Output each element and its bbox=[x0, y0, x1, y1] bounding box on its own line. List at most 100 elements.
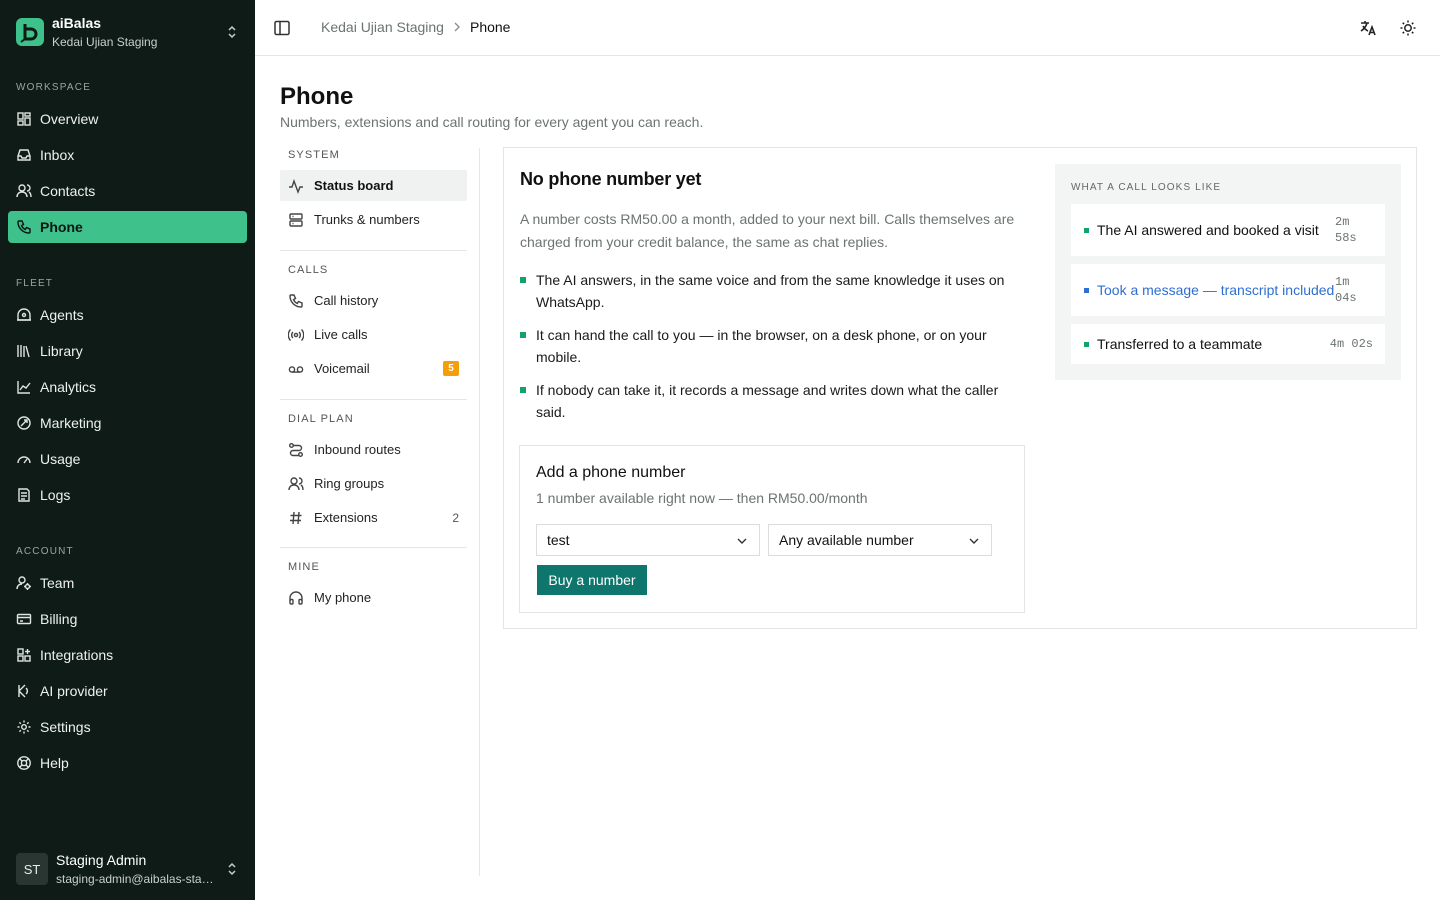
breadcrumb: Kedai Ujian Staging Phone bbox=[321, 19, 510, 35]
subnav-item-trunks-numbers[interactable]: Trunks & numbers bbox=[280, 204, 467, 235]
sidebar-item-label: Marketing bbox=[40, 415, 102, 431]
subnav-section-system: SYSTEM bbox=[288, 149, 340, 161]
aibalas-logo-icon bbox=[16, 18, 44, 46]
card-title: No phone number yet bbox=[520, 169, 702, 189]
extensions-count: 2 bbox=[452, 510, 459, 525]
page-title: Phone bbox=[280, 83, 354, 110]
subnav-divider-line bbox=[280, 547, 467, 548]
sidebar-item-analytics[interactable]: Analytics bbox=[8, 371, 247, 403]
sun-icon[interactable] bbox=[1399, 19, 1417, 37]
call-duration: 1m 04s bbox=[1335, 275, 1357, 305]
subnav-item-label: Status board bbox=[314, 178, 394, 193]
sidebar-item-team[interactable]: Team bbox=[8, 567, 247, 599]
sidebar-item-logs[interactable]: Logs bbox=[8, 479, 247, 511]
sidebar: aiBalas Kedai Ujian Staging WORKSPACE Ov… bbox=[0, 0, 255, 900]
subnav-item-my-phone[interactable]: My phone bbox=[280, 582, 467, 613]
sidebar-item-overview[interactable]: Overview bbox=[8, 103, 247, 135]
section-workspace: WORKSPACE bbox=[16, 82, 92, 93]
contacts-icon bbox=[16, 184, 32, 198]
sidebar-item-help[interactable]: Help bbox=[8, 747, 247, 779]
sidebar-item-marketing[interactable]: Marketing bbox=[8, 407, 247, 439]
card-description: A number costs RM50.00 a month, added to… bbox=[520, 211, 1015, 250]
subnav-item-label: Ring groups bbox=[314, 476, 385, 491]
workspace-store: Kedai Ujian Staging bbox=[52, 34, 158, 49]
call-example-row[interactable]: Took a message — transcript included 1m 0… bbox=[1071, 264, 1385, 316]
hash-icon bbox=[290, 511, 302, 524]
activity-icon bbox=[289, 178, 303, 194]
subnav-item-voicemail[interactable]: Voicemail 5 bbox=[280, 353, 467, 384]
topbar: Kedai Ujian Staging Phone bbox=[255, 0, 1440, 56]
megaphone-icon bbox=[17, 416, 31, 430]
ai-icon bbox=[18, 684, 28, 698]
sidebar-item-label: Settings bbox=[40, 719, 91, 735]
sidebar-item-agents[interactable]: Agents bbox=[8, 299, 247, 331]
user-menu[interactable]: ST Staging Admin staging-admin@aibalas-s… bbox=[16, 851, 240, 887]
list-item: It can hand the call to you — in the bro… bbox=[520, 324, 1025, 368]
subnav-section-dial-plan: DIAL PLAN bbox=[288, 413, 354, 425]
breadcrumb-parent[interactable]: Kedai Ujian Staging bbox=[321, 19, 444, 35]
subnav-item-label: Extensions bbox=[314, 510, 378, 525]
sidebar-item-billing[interactable]: Billing bbox=[8, 603, 247, 635]
workspace-switcher[interactable]: aiBalas Kedai Ujian Staging bbox=[16, 14, 240, 50]
puzzle-icon bbox=[17, 648, 31, 662]
subnav-item-inbound-routes[interactable]: Inbound routes bbox=[280, 434, 467, 465]
subnav-item-label: My phone bbox=[314, 590, 372, 605]
sidebar-item-phone[interactable]: Phone bbox=[8, 211, 247, 243]
subnav-item-label: Call history bbox=[314, 293, 379, 308]
subnav-section-mine: MINE bbox=[288, 561, 320, 573]
sidebar-item-label: Help bbox=[40, 755, 69, 771]
route-icon bbox=[289, 442, 303, 457]
server-icon bbox=[289, 212, 303, 227]
sidebar-item-label: Usage bbox=[40, 451, 81, 467]
subnav-item-status-board[interactable]: Status board bbox=[280, 170, 467, 201]
subnav-item-extensions[interactable]: Extensions 2 bbox=[280, 502, 467, 533]
list-item: If nobody can take it, it records a mess… bbox=[520, 379, 1025, 423]
translate-icon[interactable] bbox=[1359, 19, 1377, 37]
sidebar-item-integrations[interactable]: Integrations bbox=[8, 639, 247, 671]
users-icon bbox=[288, 476, 304, 490]
subnav-item-call-history[interactable]: Call history bbox=[280, 285, 467, 316]
add-number-subtitle: 1 number available right now — then RM50… bbox=[536, 490, 868, 506]
number-select-value: Any available number bbox=[779, 532, 914, 548]
number-select[interactable]: Any available number bbox=[768, 524, 992, 556]
sidebar-item-label: Analytics bbox=[40, 379, 97, 395]
subnav-item-live-calls[interactable]: Live calls bbox=[280, 319, 467, 350]
sidebar-item-label: AI provider bbox=[40, 683, 108, 699]
sidebar-toggle-icon[interactable] bbox=[273, 19, 291, 37]
sidebar-item-label: Agents bbox=[40, 307, 84, 323]
chevron-down-icon bbox=[737, 538, 747, 544]
chevron-down-icon bbox=[969, 538, 979, 544]
gear-icon bbox=[17, 720, 31, 734]
subnav-section-calls: CALLS bbox=[288, 264, 329, 276]
avatar: ST bbox=[16, 853, 48, 885]
breadcrumb-current: Phone bbox=[469, 19, 511, 35]
no-number-card: No phone number yet A number costs RM50.… bbox=[503, 147, 1417, 629]
robot-icon bbox=[17, 308, 31, 321]
inbox-icon bbox=[17, 149, 31, 161]
headphones-icon bbox=[289, 590, 303, 605]
country-select[interactable]: test bbox=[536, 524, 760, 556]
logs-icon bbox=[18, 488, 30, 502]
sidebar-item-library[interactable]: Library bbox=[8, 335, 247, 367]
phone-icon bbox=[17, 220, 31, 234]
sidebar-item-usage[interactable]: Usage bbox=[8, 443, 247, 475]
subnav-item-label: Inbound routes bbox=[314, 442, 401, 457]
subnav-item-label: Trunks & numbers bbox=[314, 212, 420, 227]
sidebar-item-label: Contacts bbox=[40, 183, 96, 199]
sidebar-item-settings[interactable]: Settings bbox=[8, 711, 247, 743]
sidebar-item-ai-provider[interactable]: AI provider bbox=[8, 675, 247, 707]
country-select-value: test bbox=[547, 532, 570, 548]
sidebar-item-label: Inbox bbox=[40, 147, 75, 163]
subnav-item-label: Voicemail bbox=[314, 361, 370, 376]
subnav-divider bbox=[479, 148, 480, 876]
subnav-item-ring-groups[interactable]: Ring groups bbox=[280, 468, 467, 499]
call-duration: 2m 58s bbox=[1335, 215, 1357, 245]
sidebar-item-label: Phone bbox=[40, 219, 83, 235]
call-example-link[interactable]: Took a message — transcript included bbox=[1097, 282, 1335, 298]
workspace-name: aiBalas bbox=[52, 14, 102, 31]
voicemail-icon bbox=[288, 365, 304, 373]
sidebar-item-inbox[interactable]: Inbox bbox=[8, 139, 247, 171]
buy-number-button[interactable]: Buy a number bbox=[537, 565, 647, 595]
call-example-text: The AI answered and booked a visit bbox=[1097, 222, 1319, 238]
sidebar-item-contacts[interactable]: Contacts bbox=[8, 175, 247, 207]
